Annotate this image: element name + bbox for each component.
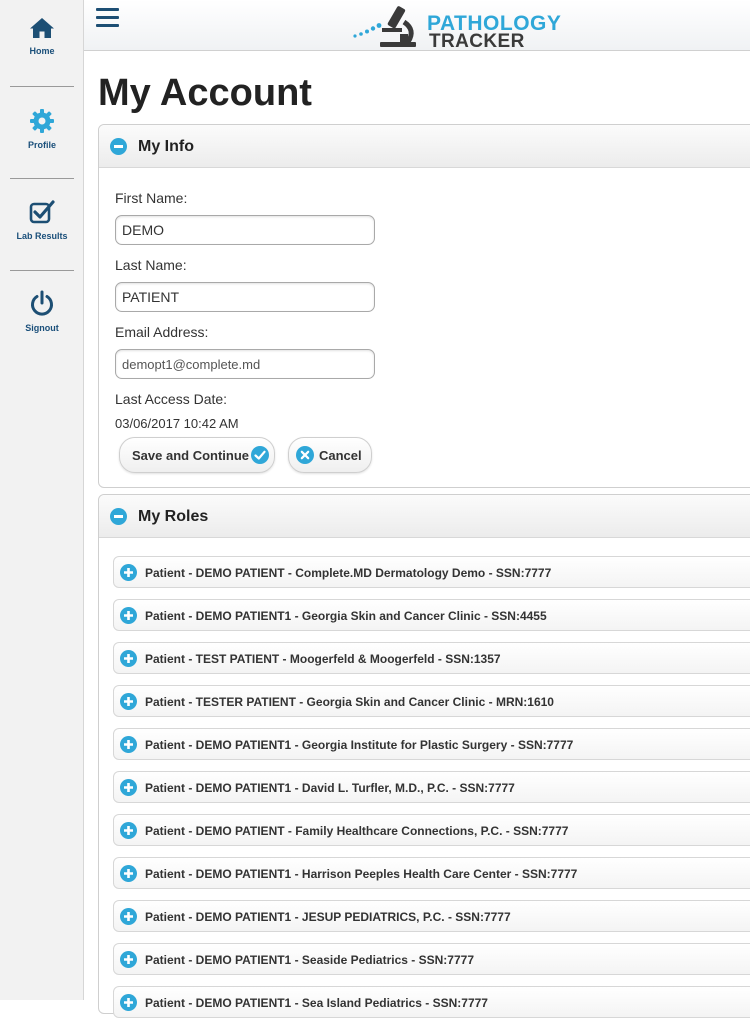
plus-circle-icon [120,994,137,1011]
plus-circle-icon [120,607,137,624]
checkbox-icon [29,200,55,224]
sidebar-item-signout[interactable]: Signout [0,290,84,333]
my-info-panel: My Info First Name: Last Name: Email Add… [98,124,750,488]
hamburger-menu-button[interactable] [96,8,120,30]
plus-circle-icon [120,908,137,925]
role-item[interactable]: Patient - DEMO PATIENT - Complete.MD Der… [113,556,750,588]
menu-bar [96,8,119,11]
my-roles-title: My Roles [138,508,209,525]
role-item[interactable]: Patient - DEMO PATIENT1 - Georgia Skin a… [113,599,750,631]
role-label: Patient - DEMO PATIENT1 - Seaside Pediat… [145,953,474,967]
role-label: Patient - DEMO PATIENT1 - David L. Turfl… [145,781,515,795]
check-circle-icon [251,446,269,464]
email-input[interactable] [115,349,375,379]
my-info-header[interactable]: My Info [99,125,750,168]
my-roles-header[interactable]: My Roles [99,495,750,538]
sidebar-item-label: Home [29,46,55,56]
home-icon [30,18,54,38]
cancel-button-label: Cancel [319,448,362,463]
role-item[interactable]: Patient - DEMO PATIENT1 - JESUP PEDIATRI… [113,900,750,932]
page-title: My Account [98,72,312,114]
save-button-label: Save and Continue [132,448,250,463]
last-name-label: Last Name: [115,257,187,273]
role-label: Patient - DEMO PATIENT1 - JESUP PEDIATRI… [145,910,511,924]
role-label: Patient - TESTER PATIENT - Georgia Skin … [145,695,554,709]
plus-circle-icon [120,951,137,968]
role-label: Patient - DEMO PATIENT - Family Healthca… [145,824,569,838]
role-label: Patient - DEMO PATIENT1 - Georgia Instit… [145,738,574,752]
sidebar: Home Profile Lab Results Signout [0,0,84,1000]
last-access-label: Last Access Date: [115,391,228,407]
role-item[interactable]: Patient - DEMO PATIENT1 - Georgia Instit… [113,728,750,760]
role-label: Patient - TEST PATIENT - Moogerfeld & Mo… [145,652,501,666]
microscope-icon [353,6,416,47]
sidebar-item-home[interactable]: Home [0,16,84,56]
role-item[interactable]: Patient - DEMO PATIENT1 - Seaside Pediat… [113,943,750,975]
role-item[interactable]: Patient - DEMO PATIENT - Family Healthca… [113,814,750,846]
plus-circle-icon [120,779,137,796]
plus-circle-icon [120,650,137,667]
sidebar-item-label: Profile [27,140,56,150]
sidebar-divider [10,270,74,271]
save-and-continue-button[interactable]: Save and Continue [119,437,275,473]
role-label: Patient - DEMO PATIENT1 - Georgia Skin a… [145,609,547,623]
plus-circle-icon [120,822,137,839]
my-roles-panel: My Roles Patient - DEMO PATIENT - Comple… [98,494,750,1018]
power-icon [31,290,53,316]
role-item[interactable]: Patient - TEST PATIENT - Moogerfeld & Mo… [113,642,750,674]
role-label: Patient - DEMO PATIENT1 - Harrison Peepl… [145,867,578,881]
my-info-title: My Info [138,138,194,155]
logo-text-tracker: TRACKER [429,31,525,52]
role-item[interactable]: Patient - DEMO PATIENT1 - Harrison Peepl… [113,857,750,889]
sidebar-divider [10,86,74,87]
plus-circle-icon [120,693,137,710]
first-name-input[interactable] [115,215,375,245]
last-name-input[interactable] [115,282,375,312]
role-item[interactable]: Patient - TESTER PATIENT - Georgia Skin … [113,685,750,717]
role-label: Patient - DEMO PATIENT1 - Sea Island Ped… [145,996,488,1010]
email-label: Email Address: [115,324,209,340]
plus-circle-icon [120,865,137,882]
close-circle-icon [296,446,314,464]
minus-circle-icon [110,138,127,155]
sidebar-item-label: Lab Results [16,231,68,241]
gear-icon [30,109,54,133]
sidebar-item-lab-results[interactable]: Lab Results [0,199,84,241]
minus-circle-icon [110,508,127,525]
role-label: Patient - DEMO PATIENT - Complete.MD Der… [145,566,552,580]
plus-circle-icon [120,736,137,753]
first-name-label: First Name: [115,190,188,206]
sidebar-item-label: Signout [25,323,59,333]
last-access-value: 03/06/2017 10:42 AM [115,416,239,431]
plus-circle-icon [120,564,137,581]
app-logo: PATHOLOGY TRACKER [352,2,572,52]
role-item[interactable]: Patient - DEMO PATIENT1 - David L. Turfl… [113,771,750,803]
sidebar-item-profile[interactable]: Profile [0,108,84,150]
cancel-button[interactable]: Cancel [288,437,372,473]
role-item[interactable]: Patient - DEMO PATIENT1 - Sea Island Ped… [113,986,750,1018]
sidebar-divider [10,178,74,179]
top-bar: PATHOLOGY TRACKER [84,0,750,51]
menu-bar [96,24,119,27]
menu-bar [96,16,119,19]
